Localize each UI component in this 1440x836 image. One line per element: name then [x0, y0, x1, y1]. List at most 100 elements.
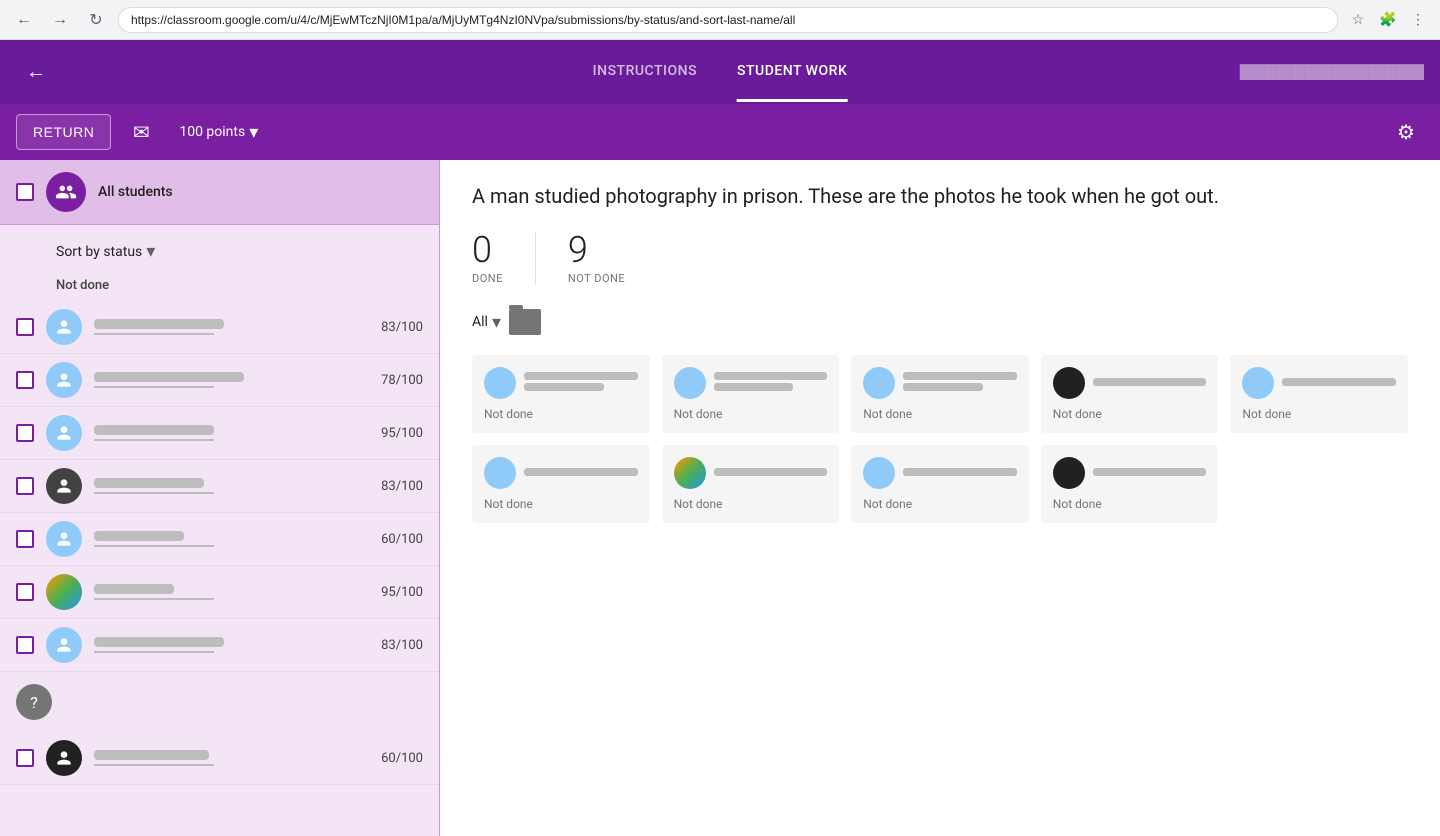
card-header — [1242, 367, 1396, 399]
student-checkbox[interactable] — [16, 583, 34, 601]
score-line — [94, 439, 214, 441]
email-button[interactable]: ✉ — [123, 114, 159, 150]
card-name — [903, 372, 1017, 394]
student-info — [94, 584, 214, 600]
menu-icon[interactable]: ⋮ — [1406, 8, 1430, 32]
student-card[interactable]: Not done — [851, 445, 1029, 523]
sort-label: Sort by status — [56, 244, 142, 260]
stat-not-done-label: NOT DONE — [568, 272, 625, 285]
avatar — [46, 627, 82, 663]
avatar — [46, 415, 82, 451]
list-item[interactable]: 83/100 — [0, 619, 439, 672]
card-avatar — [863, 457, 895, 489]
main-layout: All students Sort by status ▾ Not done 8… — [0, 160, 1440, 836]
student-card[interactable]: Not done — [662, 445, 840, 523]
student-checkbox[interactable] — [16, 371, 34, 389]
sort-chevron-icon: ▾ — [146, 241, 155, 262]
back-button[interactable]: ← — [10, 6, 38, 34]
sort-dropdown[interactable]: Sort by status ▾ — [56, 241, 155, 262]
points-selector[interactable]: 100 points ▾ — [179, 122, 258, 143]
card-name — [524, 468, 638, 479]
filter-dropdown[interactable]: All ▾ — [472, 312, 501, 333]
student-card[interactable]: Not done — [472, 355, 650, 433]
card-status: Not done — [484, 497, 638, 511]
student-checkbox[interactable] — [16, 636, 34, 654]
list-item[interactable]: 78/100 — [0, 354, 439, 407]
list-item[interactable]: 60/100 — [0, 513, 439, 566]
all-students-row[interactable]: All students — [0, 160, 439, 225]
list-item[interactable]: 60/100 — [0, 732, 439, 785]
card-name-line — [714, 372, 828, 380]
student-card[interactable]: Not done — [472, 445, 650, 523]
student-info — [94, 531, 214, 547]
student-name-bar — [94, 372, 244, 382]
refresh-button[interactable]: ↻ — [82, 6, 110, 34]
list-item[interactable]: 83/100 — [0, 460, 439, 513]
card-header — [1053, 457, 1207, 489]
tab-student-work[interactable]: STUDENT WORK — [737, 43, 847, 102]
card-name-line — [903, 372, 1017, 380]
card-avatar — [674, 457, 706, 489]
student-card[interactable]: Not done — [1041, 355, 1219, 433]
list-item[interactable]: 83/100 — [0, 301, 439, 354]
student-name-bar — [94, 637, 224, 647]
student-info — [94, 372, 214, 388]
student-checkbox[interactable] — [16, 749, 34, 767]
card-avatar — [484, 367, 516, 399]
bookmark-icon[interactable]: ☆ — [1346, 8, 1370, 32]
card-status: Not done — [863, 497, 1017, 511]
list-item[interactable]: 95/100 — [0, 566, 439, 619]
student-name-bar — [94, 425, 214, 435]
student-score: 78/100 — [381, 373, 423, 388]
url-bar[interactable] — [118, 7, 1338, 33]
list-item[interactable]: 95/100 — [0, 407, 439, 460]
avatar — [46, 309, 82, 345]
return-button[interactable]: RETURN — [16, 114, 111, 150]
forward-button[interactable]: → — [46, 6, 74, 34]
extension-icon[interactable]: 🧩 — [1376, 8, 1400, 32]
score-line — [94, 492, 214, 494]
avatar — [46, 740, 82, 776]
filter-chevron-icon: ▾ — [492, 312, 501, 333]
student-score: 83/100 — [381, 638, 423, 653]
student-card[interactable]: Not done — [851, 355, 1029, 433]
card-name — [714, 468, 828, 479]
card-name-line — [1093, 468, 1207, 476]
settings-button[interactable]: ⚙ — [1388, 114, 1424, 150]
student-checkbox[interactable] — [16, 530, 34, 548]
user-label: ████████████████████ — [1240, 64, 1424, 80]
assignment-title: A man studied photography in prison. The… — [472, 184, 1408, 208]
stat-not-done: 9 NOT DONE — [535, 232, 657, 285]
student-card[interactable]: Not done — [1230, 355, 1408, 433]
avatar — [46, 362, 82, 398]
student-card[interactable]: Not done — [1041, 445, 1219, 523]
all-students-checkbox[interactable] — [16, 183, 34, 201]
score-line — [94, 545, 214, 547]
card-header — [863, 457, 1017, 489]
card-header — [484, 457, 638, 489]
avatar — [46, 574, 82, 610]
student-info — [94, 319, 214, 335]
cards-grid: Not done Not done — [472, 355, 1408, 523]
app-header: ← INSTRUCTIONS STUDENT WORK ████████████… — [0, 40, 1440, 104]
card-status: Not done — [674, 497, 828, 511]
student-score: 95/100 — [381, 585, 423, 600]
help-button[interactable]: ? — [16, 684, 52, 720]
score-line — [94, 333, 214, 335]
student-card[interactable]: Not done — [662, 355, 840, 433]
header-back-button[interactable]: ← — [16, 52, 56, 92]
card-name-line — [714, 468, 828, 476]
student-checkbox[interactable] — [16, 318, 34, 336]
folder-icon[interactable] — [509, 309, 541, 335]
toolbar: RETURN ✉ 100 points ▾ ⚙ — [0, 104, 1440, 160]
tab-instructions[interactable]: INSTRUCTIONS — [593, 43, 697, 102]
filter-row: All ▾ — [472, 309, 1408, 335]
card-name — [1093, 378, 1207, 389]
card-name-line — [1093, 378, 1207, 386]
all-students-avatar — [46, 172, 86, 212]
score-line — [94, 386, 214, 388]
card-name-line-short — [524, 383, 604, 391]
student-info — [94, 750, 214, 766]
student-checkbox[interactable] — [16, 477, 34, 495]
student-checkbox[interactable] — [16, 424, 34, 442]
